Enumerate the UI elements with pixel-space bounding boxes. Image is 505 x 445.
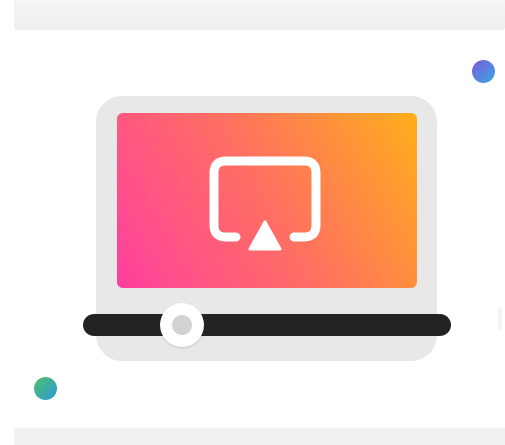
progress-slider-thumb[interactable] <box>160 303 205 347</box>
playback-progress-bar[interactable] <box>83 314 451 336</box>
decorative-dot-bottom <box>34 377 57 400</box>
airplay-illustration <box>0 0 505 445</box>
decorative-dot-top <box>472 60 495 83</box>
right-edge-mark <box>498 308 502 330</box>
bottom-card-edge <box>14 428 505 445</box>
top-card-edge <box>14 0 505 30</box>
airplay-icon <box>209 156 321 251</box>
slider-thumb-center <box>172 315 193 335</box>
